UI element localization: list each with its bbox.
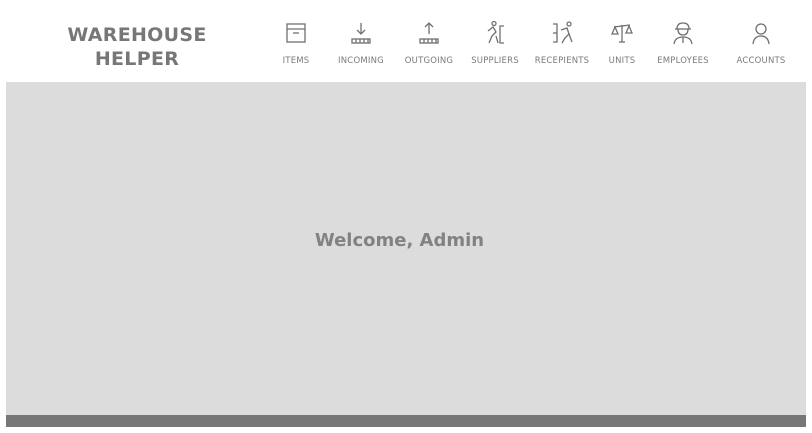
main-content-panel: Welcome, Admin [6,82,806,415]
footer-bar [6,415,806,427]
nav-label-outgoing: OUTGOING [404,56,454,66]
nav-item-units[interactable]: UNITS [604,20,640,74]
nav-item-incoming[interactable]: INCOMING [330,20,392,74]
nav-item-employees[interactable]: EMPLOYEES [652,20,714,74]
nav-label-employees: EMPLOYEES [657,56,709,66]
download-tray-icon [351,23,371,44]
person-pushing-icon [487,20,504,44]
main-nav: ITEMS INCOMING OUTGOING SUPPLIERS RECEPI… [0,0,812,82]
welcome-message: Welcome, Admin [314,230,485,251]
nav-label-accounts: ACCOUNTS [736,56,786,66]
nav-label-incoming: INCOMING [338,56,384,66]
nav-label-items: ITEMS [282,56,310,66]
nav-label-units: UNITS [608,56,636,66]
user-icon [752,23,770,45]
person-receiving-icon [553,21,573,44]
archive-box-icon [286,23,306,43]
nav-item-accounts[interactable]: ACCOUNTS [730,20,792,74]
upload-tray-icon [419,22,439,44]
nav-label-suppliers: SUPPLIERS [471,56,519,66]
nav-item-items[interactable]: ITEMS [278,20,314,74]
scale-icon [611,24,633,43]
nav-item-outgoing[interactable]: OUTGOING [398,20,460,74]
nav-label-recepients: RECEPIENTS [534,56,590,66]
worker-helmet-icon [673,22,693,45]
top-header: WAREHOUSE HELPER ITEMS INCOMING OUTGOING… [0,0,812,82]
nav-item-recepients[interactable]: RECEPIENTS [528,20,596,74]
nav-item-suppliers[interactable]: SUPPLIERS [464,20,526,74]
